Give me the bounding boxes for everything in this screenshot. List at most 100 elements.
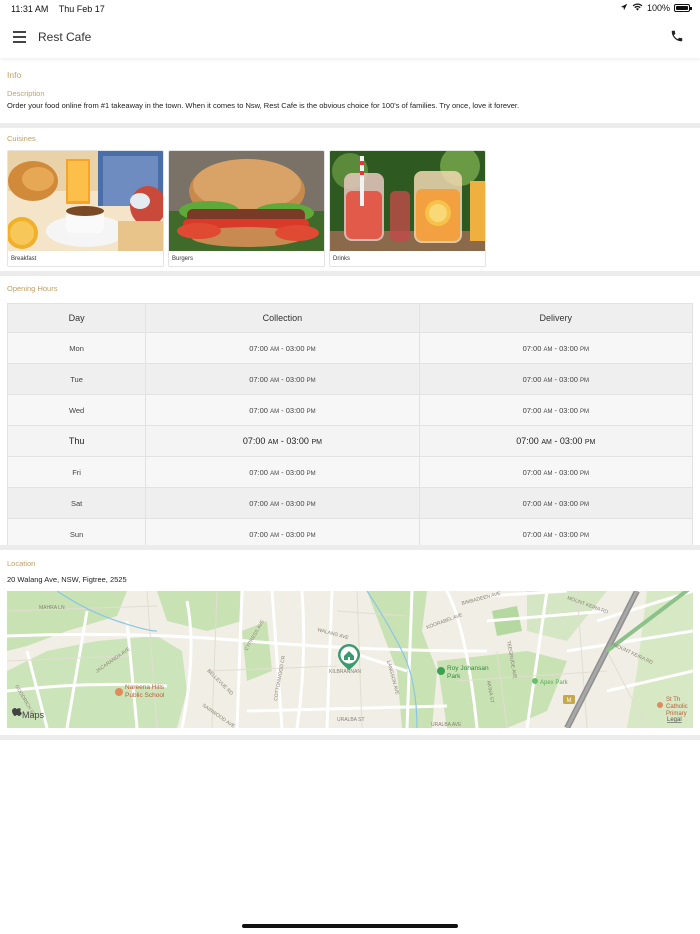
- page-title: Rest Cafe: [38, 30, 92, 44]
- status-time: 11:31 AM: [11, 4, 49, 14]
- delivery-hours-cell: 07:00 AM - 03:00 PM: [418, 487, 694, 519]
- time-start: 07:00: [249, 467, 268, 477]
- time-end: 03:00: [285, 529, 305, 539]
- map-school-label-1: Nareena Hills: [125, 684, 165, 691]
- am-label: AM: [270, 377, 280, 384]
- column-header-collection: Collection: [145, 303, 420, 333]
- delivery-hours-cell: 07:00 AM - 03:00 PM: [418, 394, 694, 426]
- pm-label: PM: [306, 346, 316, 353]
- time-end: 03:00: [285, 343, 305, 353]
- am-label: AM: [543, 377, 553, 384]
- cuisines-label: Cuisines: [7, 134, 36, 143]
- time-end: 03:00: [559, 436, 583, 446]
- time-start: 07:00: [249, 374, 268, 384]
- time-end: 03:00: [559, 529, 578, 539]
- pm-label: PM: [311, 439, 322, 446]
- hours-row-mon: Mon 07:00 AM - 03:00 PM 07:00 AM - 03:00 P…: [6, 332, 694, 364]
- map-image: M MAHRA LN JACARANDA AVE GOODRICH ST CYP…: [7, 591, 693, 728]
- hours-row-wed: Wed 07:00 AM - 03:00 PM 07:00 AM - 03:00 P…: [6, 394, 694, 426]
- location-map[interactable]: M MAHRA LN JACARANDA AVE GOODRICH ST CYP…: [7, 591, 693, 728]
- map-legal-link[interactable]: Legal: [667, 717, 682, 723]
- time-start: 07:00: [249, 343, 268, 353]
- hours-day-cell: Tue: [6, 363, 147, 395]
- breakfast-photo-icon: [8, 151, 163, 251]
- location-arrow-icon: [620, 3, 628, 13]
- maps-logo-text: Maps: [22, 710, 45, 720]
- burger-photo-icon: [169, 151, 324, 251]
- hours-day-cell: Thu: [6, 425, 147, 457]
- description-label: Description: [7, 89, 45, 98]
- am-label: AM: [270, 501, 280, 508]
- time-end: 03:00: [285, 467, 305, 477]
- collection-hours-cell: 07:00 AM - 03:00 PM: [145, 456, 420, 488]
- cuisine-card-burgers[interactable]: Burgers: [168, 150, 325, 267]
- wifi-icon: [632, 3, 643, 13]
- hours-row-fri: Fri 07:00 AM - 03:00 PM 07:00 AM - 03:00 P…: [6, 456, 694, 488]
- status-bar: 11:31 AM Thu Feb 17 100%: [0, 0, 700, 18]
- home-indicator[interactable]: [242, 924, 458, 928]
- time-end: 03:00: [559, 498, 578, 508]
- pm-label: PM: [580, 470, 590, 477]
- section-divider: [0, 123, 700, 128]
- am-label: AM: [267, 439, 279, 446]
- hours-day-cell: Mon: [6, 332, 147, 364]
- map-catholic-label-1: St Th: [666, 697, 680, 703]
- am-label: AM: [543, 470, 553, 477]
- am-label: AM: [543, 346, 553, 353]
- time-end: 03:00: [286, 436, 309, 446]
- pm-label: PM: [584, 439, 596, 446]
- map-park-label-1: Roy Johansan: [447, 665, 489, 672]
- cuisine-card-breakfast[interactable]: Breakfast: [7, 150, 164, 267]
- time-start: 07:00: [522, 343, 542, 353]
- app-header: Rest Cafe: [0, 18, 700, 58]
- day-name: Tue: [70, 374, 83, 384]
- description-text: Order your food online from #1 takeaway …: [7, 101, 520, 110]
- collection-hours-cell: 07:00 AM - 03:00 PM: [145, 363, 420, 395]
- hours-row-tue: Tue 07:00 AM - 03:00 PM 07:00 AM - 03:00 P…: [6, 363, 694, 395]
- cuisine-card-drinks[interactable]: Drinks: [329, 150, 486, 267]
- collection-hours-cell: 07:00 AM - 03:00 PM: [145, 487, 420, 519]
- battery-percent: 100%: [646, 3, 670, 13]
- pm-label: PM: [306, 501, 316, 508]
- pm-label: PM: [306, 377, 316, 384]
- day-name: Wed: [68, 405, 85, 415]
- drinks-photo-icon: [330, 151, 485, 251]
- time-start: 07:00: [522, 467, 542, 477]
- column-header-day: Day: [6, 303, 147, 333]
- menu-icon[interactable]: [13, 31, 26, 43]
- time-start: 07:00: [522, 374, 542, 384]
- delivery-hours-cell: 07:00 AM - 03:00 PM: [418, 456, 694, 488]
- time-end: 03:00: [559, 343, 578, 353]
- am-label: AM: [541, 439, 552, 446]
- hours-row-thu: Thu 07:00 AM - 03:00 PM 07:00 AM - 03:00 P…: [6, 425, 694, 457]
- time-end: 03:00: [559, 467, 578, 477]
- status-date: Thu Feb 17: [58, 4, 105, 14]
- street-label: KILBRANNAN: [329, 669, 361, 675]
- phone-icon[interactable]: [670, 29, 684, 43]
- pm-label: PM: [580, 501, 590, 508]
- map-park-label-2: Park: [447, 673, 461, 680]
- pm-label: PM: [306, 470, 316, 477]
- street-label: MAHRA LN: [39, 605, 65, 611]
- table-header-row: Day Collection Delivery: [6, 303, 694, 333]
- cuisine-name: Drinks: [333, 256, 351, 262]
- am-label: AM: [270, 346, 280, 353]
- location-label: Location: [7, 559, 36, 568]
- opening-hours-table: Day Collection Delivery Mon 07:00 AM - 03…: [6, 303, 694, 550]
- time-start: 07:00: [522, 529, 542, 539]
- pm-label: PM: [580, 377, 590, 384]
- time-start: 07:00: [522, 405, 542, 415]
- pm-label: PM: [580, 346, 590, 353]
- info-heading: Info: [7, 70, 22, 80]
- time-end: 03:00: [559, 405, 578, 415]
- cuisine-name: Burgers: [172, 256, 194, 262]
- map-apex-park-label: Apex Park: [540, 680, 569, 686]
- am-label: AM: [270, 532, 280, 539]
- column-header-delivery: Delivery: [418, 303, 694, 333]
- time-start: 07:00: [249, 529, 268, 539]
- street-label: URALBA ST: [337, 717, 365, 723]
- cuisine-name: Breakfast: [11, 256, 37, 262]
- delivery-hours-cell: 07:00 AM - 03:00 PM: [418, 363, 694, 395]
- delivery-hours-cell: 07:00 AM - 03:00 PM: [418, 332, 694, 364]
- time-start: 07:00: [249, 498, 268, 508]
